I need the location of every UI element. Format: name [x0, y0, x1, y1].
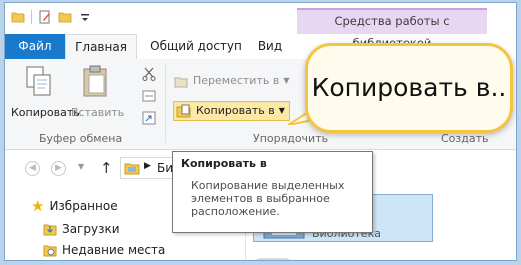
copy-icon: [26, 66, 51, 96]
item-icon-partial: [253, 258, 293, 260]
copy-path-icon[interactable]: [142, 89, 156, 103]
divider: [31, 10, 32, 24]
chevron-down-icon[interactable]: ▼: [78, 162, 84, 171]
group-divider: [165, 63, 166, 143]
tooltip-body: Копирование выделенных элементов в выбра…: [191, 179, 345, 218]
callout-bubble: Копировать в..: [305, 43, 513, 133]
clipboard-icon: [83, 65, 107, 97]
copy-to-icon: [176, 104, 191, 118]
tab-file[interactable]: Файл: [5, 34, 65, 59]
copy-button[interactable]: Копировать: [11, 65, 80, 119]
breadcrumb[interactable]: Би: [157, 161, 173, 175]
quick-access-toolbar: [11, 10, 92, 24]
clipboard-group-label: Буфер обмена: [39, 132, 123, 145]
star-icon: ★: [31, 197, 45, 215]
nav-item-label: Недавние места: [62, 242, 166, 257]
nav-item-downloads[interactable]: Загрузки: [43, 221, 120, 236]
cut-icon[interactable]: [142, 67, 156, 81]
paste-label: Вставить: [71, 106, 125, 119]
up-arrow-icon[interactable]: ↑: [100, 159, 113, 177]
chevron-down-icon: ▼: [283, 76, 290, 85]
move-to-label: Переместить в: [193, 74, 280, 87]
downloads-icon: [43, 224, 57, 236]
create-group-label: Создать: [441, 132, 489, 145]
properties-icon[interactable]: [38, 10, 52, 24]
paste-shortcut-icon[interactable]: [142, 111, 156, 125]
explorer-window: Средства работы с библиотекой Файл Главн…: [4, 2, 517, 261]
chevron-right-icon: ▶: [144, 161, 151, 171]
library-folder-icon: [124, 163, 140, 175]
paste-button[interactable]: Вставить: [71, 65, 125, 119]
nav-item-recent[interactable]: Недавние места: [43, 242, 165, 257]
title-bar: Средства работы с библиотекой: [5, 3, 516, 50]
nav-item-label: Загрузки: [62, 221, 120, 236]
chevron-down-icon: ▼: [278, 106, 285, 115]
forward-button[interactable]: ▶: [51, 161, 66, 176]
folder-icon[interactable]: [11, 10, 25, 24]
tooltip: Копировать в Копирование выделенных элем…: [172, 151, 373, 233]
tooltip-title: Копировать в: [181, 157, 267, 170]
tab-share[interactable]: Общий доступ: [145, 34, 247, 59]
recent-places-icon: [43, 245, 57, 257]
nav-item-favorites[interactable]: ★ Избранное: [31, 197, 118, 215]
tab-view[interactable]: Вид: [251, 34, 289, 59]
nav-item-label: Избранное: [49, 199, 118, 213]
copy-to-label: Копировать в: [196, 104, 275, 117]
move-to-icon: [174, 77, 188, 88]
copy-label: Копировать: [11, 106, 80, 119]
new-folder-icon[interactable]: [58, 10, 72, 24]
move-to-button[interactable]: Переместить в ▼: [173, 71, 290, 91]
copy-to-button[interactable]: Копировать в ▼: [173, 101, 290, 121]
tab-home[interactable]: Главная: [65, 34, 137, 59]
organize-group-label: Упорядочить: [253, 132, 329, 145]
customize-dropdown-icon[interactable]: [78, 10, 92, 24]
back-button[interactable]: ◀: [25, 161, 40, 176]
contextual-tab-header: Средства работы с библиотекой: [297, 8, 487, 50]
